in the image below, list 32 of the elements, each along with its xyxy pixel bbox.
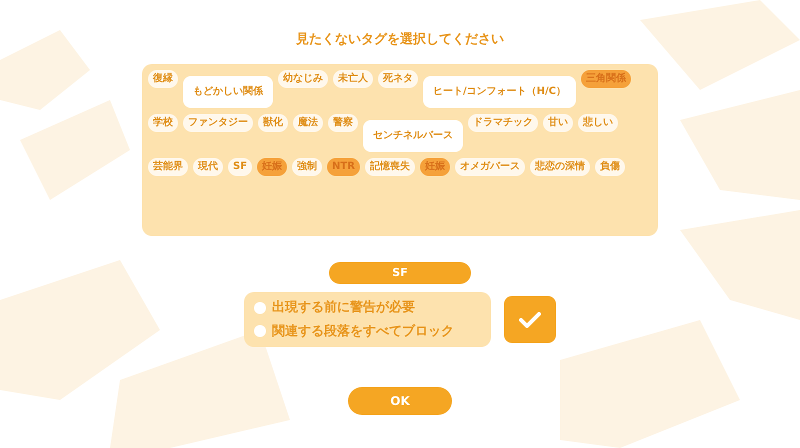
option-label: 出現する前に警告が必要 <box>272 298 415 317</box>
tag-chip[interactable]: ヒート/コンフォート（H/C） <box>423 76 576 108</box>
tag-chip[interactable]: ドラマチック <box>468 114 538 132</box>
tag-chip[interactable]: 記憶喪失 <box>364 158 415 176</box>
tag-chip[interactable]: センチネルバース <box>363 120 463 152</box>
ok-button[interactable]: OK <box>348 387 452 415</box>
current-tag-label: SF <box>329 262 471 284</box>
radio-option[interactable]: 関連する段落をすべてブロック <box>254 322 481 341</box>
tag-chip[interactable]: SF <box>228 158 252 176</box>
tag-chip[interactable]: 悲しい <box>578 114 618 132</box>
tag-chip[interactable]: オメガバース <box>454 158 525 176</box>
tag-chip[interactable]: 悲恋の深情 <box>530 158 590 176</box>
tag-chip[interactable]: 獣化 <box>258 114 288 132</box>
tag-chip[interactable]: ファンタジー <box>183 114 253 132</box>
tag-chip[interactable]: 強制 <box>292 158 322 176</box>
tag-chip[interactable]: 死ネタ <box>378 70 418 88</box>
tag-chip[interactable]: 芸能界 <box>148 158 188 176</box>
tag-chip[interactable]: 幼なじみ <box>278 70 328 88</box>
checkmark-icon <box>518 310 542 328</box>
tag-chip[interactable]: 現代 <box>193 158 223 176</box>
tag-chip[interactable]: 警察 <box>328 114 358 132</box>
option-label: 関連する段落をすべてブロック <box>272 322 454 340</box>
confirm-button[interactable] <box>504 296 556 343</box>
tag-chip[interactable]: 甘い <box>543 114 573 132</box>
tag-chip[interactable]: 未亡人 <box>333 70 373 88</box>
tag-chip[interactable]: 学校 <box>148 114 178 132</box>
radio-option[interactable]: 出現する前に警告が必要 <box>254 298 481 318</box>
tag-chip[interactable]: 魔法 <box>293 114 323 132</box>
dialog-title: 見たくないタグを選択してください <box>296 31 504 49</box>
tag-chip[interactable]: もどかしい関係 <box>183 76 273 108</box>
tag-chip[interactable]: 復縁 <box>148 70 178 88</box>
tag-chip[interactable]: 負傷 <box>594 158 625 176</box>
